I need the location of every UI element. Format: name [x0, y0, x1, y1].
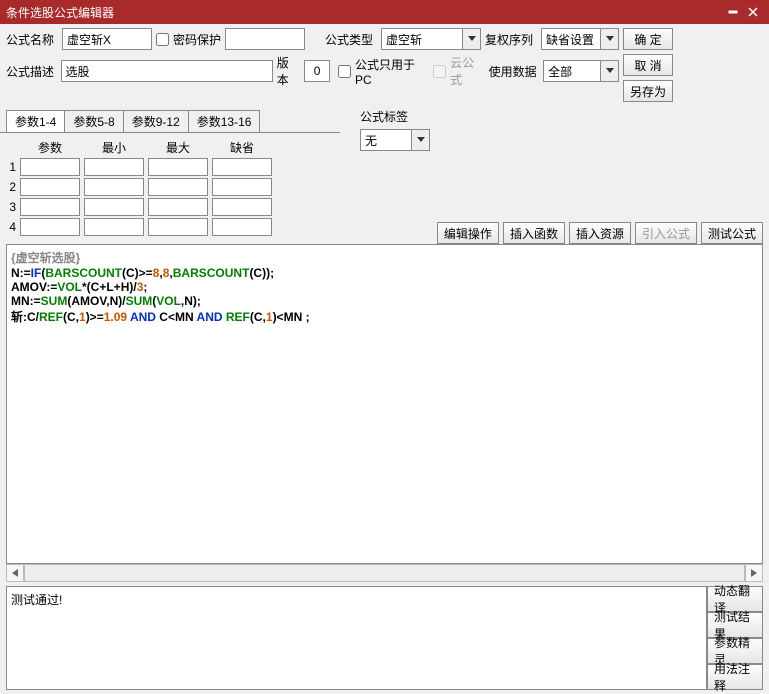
test-button[interactable]: 测试公式	[701, 222, 763, 244]
window-title: 条件选股公式编辑器	[6, 4, 723, 21]
saveas-button[interactable]: 另存为	[623, 80, 673, 102]
param-4-def[interactable]	[212, 218, 272, 236]
param-2-name[interactable]	[20, 178, 80, 196]
password-checkbox[interactable]	[156, 33, 169, 46]
param-grid: 参数最小最大缺省 1 2 3 4	[0, 133, 340, 244]
insfn-button[interactable]: 插入函数	[503, 222, 565, 244]
password-label: 密码保护	[173, 31, 221, 48]
code-editor[interactable]: {虚空斩选股} N:=IF(BARSCOUNT(C)>=8,8,BARSCOUN…	[6, 244, 763, 564]
tag-combo[interactable]: 无	[360, 129, 430, 151]
chevron-down-icon	[600, 29, 618, 49]
param-1-def[interactable]	[212, 158, 272, 176]
param-3-name[interactable]	[20, 198, 80, 216]
param-tabs: 参数1-4 参数5-8 参数9-12 参数13-16	[0, 110, 340, 133]
dup-combo[interactable]: 缺省设置	[541, 28, 619, 50]
name-label: 公式名称	[6, 31, 58, 48]
type-combo[interactable]: 虚空斩	[381, 28, 481, 50]
param-2-min[interactable]	[84, 178, 144, 196]
ver-label: 版本	[277, 54, 300, 88]
tab-params-9-12[interactable]: 参数9-12	[123, 110, 189, 132]
ok-button[interactable]: 确 定	[623, 28, 673, 50]
param-4-max[interactable]	[148, 218, 208, 236]
cloud-label: 云公式	[450, 54, 485, 88]
import-button[interactable]: 引入公式	[635, 222, 697, 244]
param-4-min[interactable]	[84, 218, 144, 236]
chevron-down-icon	[600, 61, 618, 81]
code-title: {虚空斩选股}	[11, 249, 758, 266]
use-label: 使用数据	[489, 63, 540, 80]
param-4-name[interactable]	[20, 218, 80, 236]
chevron-down-icon	[462, 29, 480, 49]
scroll-right-icon[interactable]	[745, 564, 763, 582]
status-output: 测试通过!	[6, 586, 707, 690]
param-1-max[interactable]	[148, 158, 208, 176]
desc-label: 公式描述	[6, 63, 57, 80]
tab-params-13-16[interactable]: 参数13-16	[188, 110, 261, 132]
ver-input[interactable]	[304, 60, 330, 82]
pc-label: 公式只用于PC	[355, 56, 429, 87]
password-input[interactable]	[225, 28, 305, 50]
tab-params-5-8[interactable]: 参数5-8	[64, 110, 123, 132]
param-3-max[interactable]	[148, 198, 208, 216]
horizontal-scrollbar[interactable]	[6, 564, 763, 582]
minimize-button[interactable]	[723, 2, 743, 22]
dup-label: 复权序列	[485, 31, 537, 48]
cloud-checkbox	[433, 65, 446, 78]
paramwiz-button[interactable]: 参数精灵	[707, 638, 763, 664]
tab-params-1-4[interactable]: 参数1-4	[6, 110, 65, 132]
pc-checkbox[interactable]	[338, 65, 351, 78]
param-2-max[interactable]	[148, 178, 208, 196]
type-label: 公式类型	[325, 31, 377, 48]
insres-button[interactable]: 插入资源	[569, 222, 631, 244]
tag-label: 公式标签	[360, 108, 412, 125]
usage-button[interactable]: 用法注释	[707, 664, 763, 690]
close-button[interactable]	[743, 2, 763, 22]
password-checkbox-row: 密码保护	[156, 31, 221, 48]
name-input[interactable]	[62, 28, 152, 50]
chevron-down-icon	[411, 130, 429, 150]
editop-button[interactable]: 编辑操作	[437, 222, 499, 244]
param-2-def[interactable]	[212, 178, 272, 196]
use-combo[interactable]: 全部	[543, 60, 619, 82]
param-3-min[interactable]	[84, 198, 144, 216]
cancel-button[interactable]: 取 消	[623, 54, 673, 76]
title-bar: 条件选股公式编辑器	[0, 0, 769, 24]
scroll-left-icon[interactable]	[6, 564, 24, 582]
cloud-checkbox-row: 云公式	[433, 54, 485, 88]
desc-input[interactable]	[61, 60, 273, 82]
pc-checkbox-row: 公式只用于PC	[338, 56, 429, 87]
param-1-name[interactable]	[20, 158, 80, 176]
param-1-min[interactable]	[84, 158, 144, 176]
param-3-def[interactable]	[212, 198, 272, 216]
